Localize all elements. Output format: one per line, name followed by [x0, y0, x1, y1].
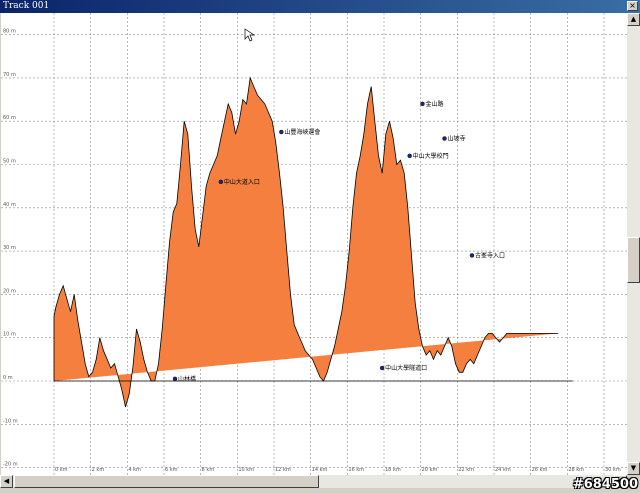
y-tick-label: 40 m [3, 202, 16, 208]
watermark: #684500 [572, 477, 638, 492]
elevation-chart-svg: 0 km 2 km 4 km 6 km 8 km 10 km 12 km 14 km 16 km… [1, 13, 627, 475]
vertical-scrollbar[interactable]: ▲ ▼ [627, 13, 640, 475]
waypoint-marker [407, 153, 412, 159]
waypoint-marker [442, 136, 447, 141]
waypoint-marker [420, 101, 425, 107]
waypoint-label: 古峯寺入口 [475, 251, 505, 259]
y-tick-label: 10 m [3, 332, 16, 338]
y-tick-label: 70 m [3, 72, 16, 78]
waypoint-label: 山豐海峽運會 [284, 128, 320, 136]
waypoint-label: 山林橋 [178, 375, 196, 383]
y-tick-label: 80 m [3, 29, 16, 35]
waypoint-label: 中山大學校門 [413, 152, 449, 160]
waypoint-label: 中山大道入口 [224, 178, 260, 186]
elevation-area [53, 76, 559, 408]
mouse-cursor-icon [244, 28, 256, 42]
y-tick-label: 0 m [3, 375, 13, 381]
window-titlebar: Track 001 × [0, 0, 640, 13]
horizontal-scrollbar[interactable]: ◀ ▶ [0, 475, 627, 488]
close-button[interactable]: × [627, 1, 638, 11]
waypoint-marker [172, 376, 178, 382]
scroll-up-button[interactable]: ▲ [627, 13, 640, 26]
y-tick-label: 20 m [3, 288, 16, 294]
vertical-scroll-thumb[interactable] [627, 237, 640, 283]
y-tick-label: 30 m [3, 245, 16, 251]
waypoint-label: 山坡寺 [448, 135, 466, 143]
waypoint-marker [469, 253, 475, 258]
window-title: Track 001 [3, 1, 50, 11]
y-tick-label: -10 m [3, 418, 18, 424]
y-tick-label: 50 m [3, 159, 16, 165]
horizontal-scroll-thumb[interactable] [14, 475, 319, 488]
scroll-left-button[interactable]: ◀ [0, 475, 13, 488]
scroll-down-button[interactable]: ▼ [627, 462, 640, 475]
waypoint-label: 中山大學隧道口 [385, 364, 427, 372]
waypoint-marker [379, 365, 385, 371]
y-tick-label: -20 m [3, 462, 18, 468]
waypoint-marker [279, 129, 284, 135]
x-tick-label: 8 km [202, 467, 215, 473]
waypoint-marker [218, 179, 224, 185]
waypoint-label: 金山路 [426, 100, 444, 108]
y-tick-label: 60 m [3, 115, 16, 121]
elevation-chart: 0 km 2 km 4 km 6 km 8 km 10 km 12 km 14 km 16 km… [1, 13, 627, 475]
